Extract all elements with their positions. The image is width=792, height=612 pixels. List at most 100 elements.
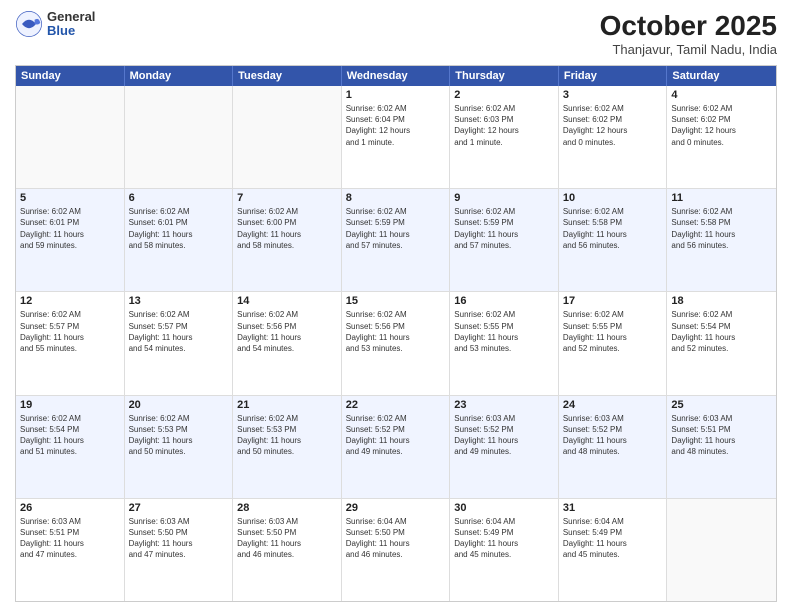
cell-info: Sunrise: 6:03 AMSunset: 5:52 PMDaylight:… (454, 413, 554, 458)
calendar-row: 1Sunrise: 6:02 AMSunset: 6:04 PMDaylight… (16, 86, 776, 189)
title-block: October 2025 Thanjavur, Tamil Nadu, Indi… (600, 10, 777, 57)
sub-title: Thanjavur, Tamil Nadu, India (600, 42, 777, 57)
cell-info: Sunrise: 6:03 AMSunset: 5:51 PMDaylight:… (20, 516, 120, 561)
day-of-week-saturday: Saturday (667, 66, 776, 86)
cell-info: Sunrise: 6:02 AMSunset: 5:56 PMDaylight:… (346, 309, 446, 354)
day-of-week-monday: Monday (125, 66, 234, 86)
cell-info: Sunrise: 6:03 AMSunset: 5:51 PMDaylight:… (671, 413, 772, 458)
empty-cell (16, 86, 125, 188)
day-cell-14: 14 Sunrise: 6:02 AMSunset: 5:56 PMDayligh… (233, 292, 342, 394)
day-cell-24: 24 Sunrise: 6:03 AMSunset: 5:52 PMDayligh… (559, 396, 668, 498)
cell-info: Sunrise: 6:04 AMSunset: 5:50 PMDaylight:… (346, 516, 446, 561)
logo-blue-text: Blue (47, 24, 95, 38)
day-number: 25 (671, 399, 772, 411)
calendar-row: 26 Sunrise: 6:03 AMSunset: 5:51 PMDayligh… (16, 499, 776, 601)
cell-info: Sunrise: 6:02 AMSunset: 5:54 PMDaylight:… (671, 309, 772, 354)
day-number: 8 (346, 192, 446, 204)
day-number: 28 (237, 502, 337, 514)
day-number: 27 (129, 502, 229, 514)
day-number: 30 (454, 502, 554, 514)
day-of-week-wednesday: Wednesday (342, 66, 451, 86)
cell-info: Sunrise: 6:02 AMSunset: 5:52 PMDaylight:… (346, 413, 446, 458)
day-number: 7 (237, 192, 337, 204)
day-number: 4 (671, 89, 772, 101)
day-cell-23: 23 Sunrise: 6:03 AMSunset: 5:52 PMDayligh… (450, 396, 559, 498)
day-number: 23 (454, 399, 554, 411)
cell-info: Sunrise: 6:02 AMSunset: 6:02 PMDaylight:… (563, 103, 663, 148)
day-number: 1 (346, 89, 446, 101)
day-number: 21 (237, 399, 337, 411)
day-of-week-friday: Friday (559, 66, 668, 86)
calendar-header: SundayMondayTuesdayWednesdayThursdayFrid… (16, 66, 776, 86)
empty-cell (125, 86, 234, 188)
main-title: October 2025 (600, 10, 777, 42)
day-number: 2 (454, 89, 554, 101)
calendar-body: 1Sunrise: 6:02 AMSunset: 6:04 PMDaylight… (16, 86, 776, 601)
cell-info: Sunrise: 6:03 AMSunset: 5:50 PMDaylight:… (129, 516, 229, 561)
day-cell-1: 1Sunrise: 6:02 AMSunset: 6:04 PMDaylight… (342, 86, 451, 188)
cell-info: Sunrise: 6:02 AMSunset: 5:58 PMDaylight:… (671, 206, 772, 251)
day-number: 29 (346, 502, 446, 514)
day-number: 24 (563, 399, 663, 411)
day-cell-29: 29 Sunrise: 6:04 AMSunset: 5:50 PMDayligh… (342, 499, 451, 601)
logo: General Blue (15, 10, 95, 39)
day-number: 26 (20, 502, 120, 514)
day-cell-25: 25 Sunrise: 6:03 AMSunset: 5:51 PMDayligh… (667, 396, 776, 498)
day-number: 18 (671, 295, 772, 307)
page: General Blue October 2025 Thanjavur, Tam… (0, 0, 792, 612)
day-cell-31: 31 Sunrise: 6:04 AMSunset: 5:49 PMDayligh… (559, 499, 668, 601)
header: General Blue October 2025 Thanjavur, Tam… (15, 10, 777, 57)
cell-info: Sunrise: 6:03 AMSunset: 5:52 PMDaylight:… (563, 413, 663, 458)
cell-info: Sunrise: 6:02 AMSunset: 6:03 PMDaylight:… (454, 103, 554, 148)
cell-info: Sunrise: 6:02 AMSunset: 5:55 PMDaylight:… (563, 309, 663, 354)
cell-info: Sunrise: 6:02 AMSunset: 5:54 PMDaylight:… (20, 413, 120, 458)
day-number: 19 (20, 399, 120, 411)
day-cell-19: 19 Sunrise: 6:02 AMSunset: 5:54 PMDayligh… (16, 396, 125, 498)
day-cell-11: 11 Sunrise: 6:02 AMSunset: 5:58 PMDayligh… (667, 189, 776, 291)
calendar-row: 12 Sunrise: 6:02 AMSunset: 5:57 PMDayligh… (16, 292, 776, 395)
day-cell-4: 4Sunrise: 6:02 AMSunset: 6:02 PMDaylight… (667, 86, 776, 188)
cell-info: Sunrise: 6:02 AMSunset: 5:57 PMDaylight:… (20, 309, 120, 354)
day-number: 10 (563, 192, 663, 204)
day-number: 22 (346, 399, 446, 411)
day-cell-22: 22 Sunrise: 6:02 AMSunset: 5:52 PMDayligh… (342, 396, 451, 498)
empty-cell (667, 499, 776, 601)
day-number: 15 (346, 295, 446, 307)
day-number: 9 (454, 192, 554, 204)
day-number: 6 (129, 192, 229, 204)
day-cell-27: 27 Sunrise: 6:03 AMSunset: 5:50 PMDayligh… (125, 499, 234, 601)
day-cell-10: 10Sunrise: 6:02 AMSunset: 5:58 PMDayligh… (559, 189, 668, 291)
cell-info: Sunrise: 6:02 AMSunset: 5:56 PMDaylight:… (237, 309, 337, 354)
day-number: 11 (671, 192, 772, 204)
logo-icon (15, 10, 43, 38)
day-cell-12: 12 Sunrise: 6:02 AMSunset: 5:57 PMDayligh… (16, 292, 125, 394)
day-number: 5 (20, 192, 120, 204)
calendar-row: 5 Sunrise: 6:02 AMSunset: 6:01 PMDaylight… (16, 189, 776, 292)
cell-info: Sunrise: 6:02 AMSunset: 5:57 PMDaylight:… (129, 309, 229, 354)
cell-info: Sunrise: 6:03 AMSunset: 5:50 PMDaylight:… (237, 516, 337, 561)
cell-info: Sunrise: 6:04 AMSunset: 5:49 PMDaylight:… (563, 516, 663, 561)
day-cell-21: 21 Sunrise: 6:02 AMSunset: 5:53 PMDayligh… (233, 396, 342, 498)
day-cell-18: 18 Sunrise: 6:02 AMSunset: 5:54 PMDayligh… (667, 292, 776, 394)
day-cell-17: 17 Sunrise: 6:02 AMSunset: 5:55 PMDayligh… (559, 292, 668, 394)
day-number: 14 (237, 295, 337, 307)
day-cell-15: 15 Sunrise: 6:02 AMSunset: 5:56 PMDayligh… (342, 292, 451, 394)
cell-info: Sunrise: 6:02 AMSunset: 6:01 PMDaylight:… (20, 206, 120, 251)
day-number: 17 (563, 295, 663, 307)
day-number: 31 (563, 502, 663, 514)
day-cell-7: 7Sunrise: 6:02 AMSunset: 6:00 PMDaylight… (233, 189, 342, 291)
logo-general-text: General (47, 10, 95, 24)
day-number: 12 (20, 295, 120, 307)
calendar-row: 19 Sunrise: 6:02 AMSunset: 5:54 PMDayligh… (16, 396, 776, 499)
day-cell-5: 5 Sunrise: 6:02 AMSunset: 6:01 PMDaylight… (16, 189, 125, 291)
cell-info: Sunrise: 6:02 AMSunset: 5:53 PMDaylight:… (237, 413, 337, 458)
day-number: 16 (454, 295, 554, 307)
empty-cell (233, 86, 342, 188)
day-of-week-tuesday: Tuesday (233, 66, 342, 86)
day-cell-2: 2 Sunrise: 6:02 AMSunset: 6:03 PMDaylight… (450, 86, 559, 188)
day-cell-9: 9Sunrise: 6:02 AMSunset: 5:59 PMDaylight… (450, 189, 559, 291)
day-cell-13: 13Sunrise: 6:02 AMSunset: 5:57 PMDayligh… (125, 292, 234, 394)
day-cell-8: 8 Sunrise: 6:02 AMSunset: 5:59 PMDaylight… (342, 189, 451, 291)
cell-info: Sunrise: 6:02 AMSunset: 5:59 PMDaylight:… (346, 206, 446, 251)
day-cell-28: 28 Sunrise: 6:03 AMSunset: 5:50 PMDayligh… (233, 499, 342, 601)
